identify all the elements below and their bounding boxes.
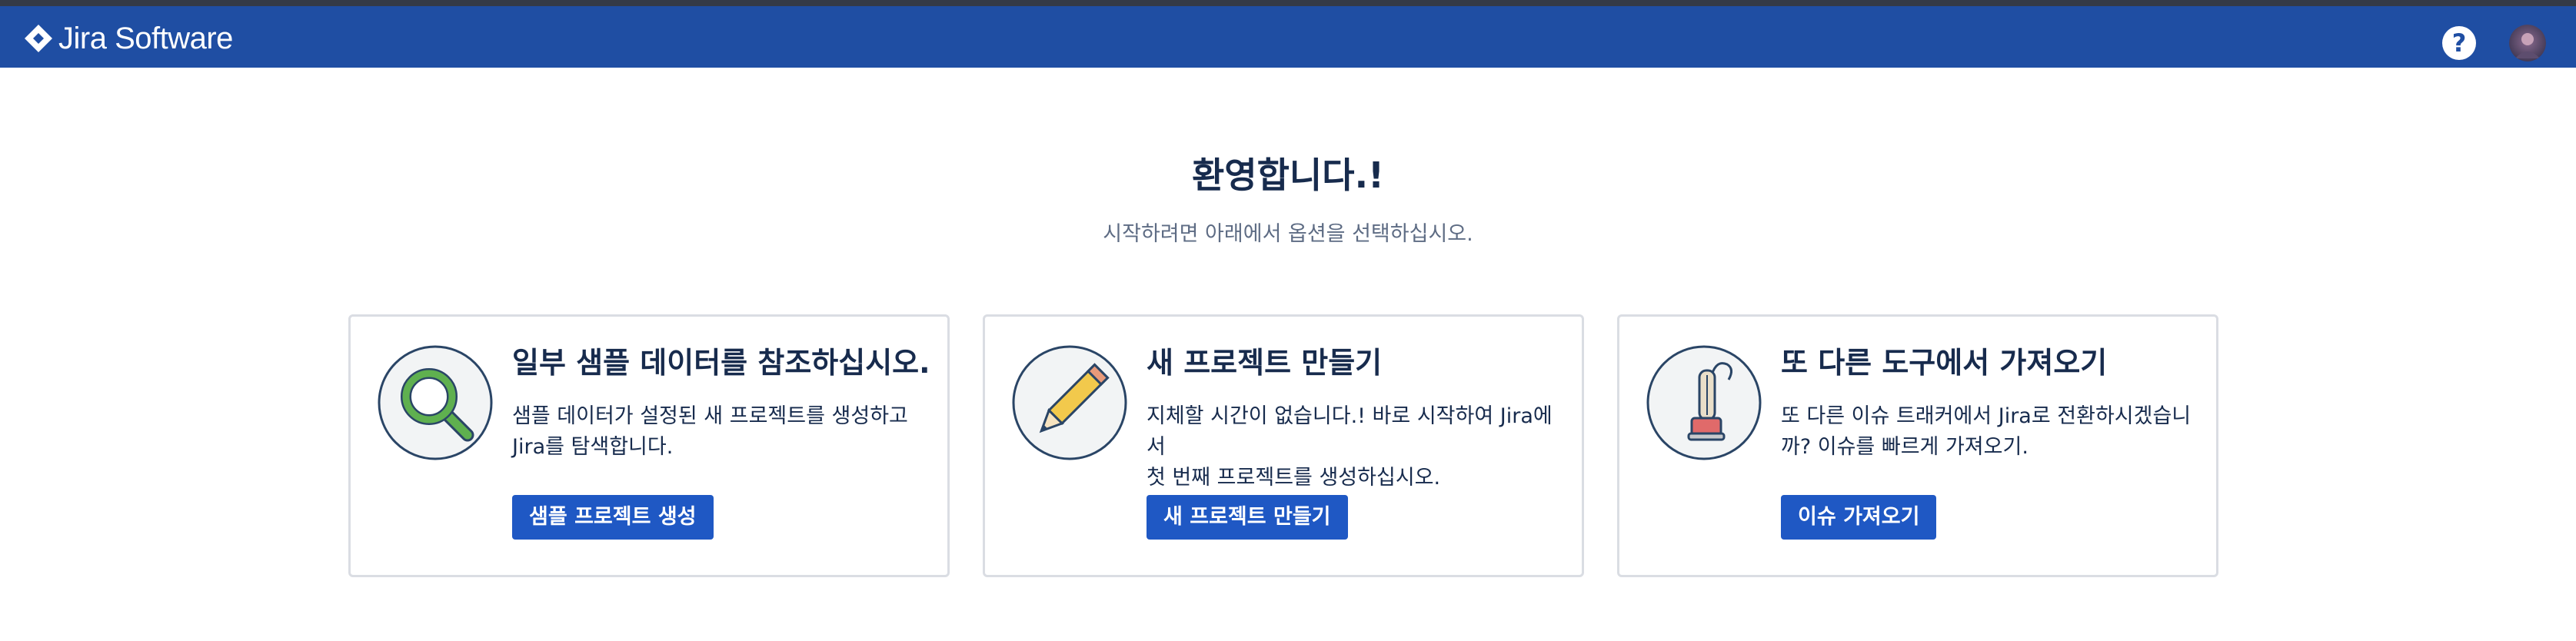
card-title: 새 프로젝트 만들기 bbox=[1147, 346, 1383, 380]
page-title: 환영합니다.! bbox=[1191, 154, 1385, 196]
card-description-line: Jira를 탐색합니다. bbox=[512, 435, 674, 459]
jira-software-home-link[interactable]: Jira Software bbox=[23, 23, 233, 54]
card-description-line: 까? 이슈를 빠르게 가져오기. bbox=[1781, 435, 2029, 459]
user-avatar[interactable] bbox=[2509, 25, 2546, 61]
window-top-strip bbox=[0, 0, 2576, 6]
card-description-line: 샘플 데이터가 설정된 새 프로젝트를 생성하고 bbox=[512, 404, 908, 428]
jira-logo-icon bbox=[25, 25, 52, 52]
magnifier-icon bbox=[378, 345, 493, 460]
new-project-card: 새 프로젝트 만들기 지체할 시간이 없습니다.! 바로 시작하여 Jira에서… bbox=[983, 314, 1584, 577]
card-description-line: 또 다른 이슈 트래커에서 Jira로 전환하시겠습니 bbox=[1781, 404, 2192, 428]
card-title: 일부 샘플 데이터를 참조하십시오. bbox=[512, 346, 930, 380]
avatar-image bbox=[2509, 25, 2546, 61]
create-new-project-button[interactable]: 새 프로젝트 만들기 bbox=[1147, 495, 1348, 540]
card-description: 샘플 데이터가 설정된 새 프로젝트를 생성하고 Jira를 탐색합니다. bbox=[512, 401, 931, 463]
top-navigation-bar: Jira Software ? bbox=[0, 6, 2576, 68]
vacuum-cleaner-icon bbox=[1646, 345, 1762, 460]
card-description: 또 다른 이슈 트래커에서 Jira로 전환하시겠습니 까? 이슈를 빠르게 가… bbox=[1781, 401, 2200, 463]
sample-data-card: 일부 샘플 데이터를 참조하십시오. 샘플 데이터가 설정된 새 프로젝트를 생… bbox=[348, 314, 950, 577]
app-name: Jira Software bbox=[58, 22, 233, 55]
page-subtitle: 시작하려면 아래에서 옵션을 선택하십시오. bbox=[1103, 222, 1473, 246]
import-card: 또 다른 도구에서 가져오기 또 다른 이슈 트래커에서 Jira로 전환하시겠… bbox=[1617, 314, 2218, 577]
card-description-line: 지체할 시간이 없습니다.! 바로 시작하여 Jira에서 bbox=[1147, 404, 1553, 459]
create-sample-project-button[interactable]: 샘플 프로젝트 생성 bbox=[512, 495, 714, 540]
help-icon[interactable]: ? bbox=[2442, 26, 2476, 60]
pencil-icon bbox=[1012, 345, 1127, 460]
card-description-line: 첫 번째 프로젝트를 생성하십시오. bbox=[1147, 466, 1441, 490]
import-issues-button[interactable]: 이슈 가져오기 bbox=[1781, 495, 1937, 540]
card-description: 지체할 시간이 없습니다.! 바로 시작하여 Jira에서 첫 번째 프로젝트를… bbox=[1147, 401, 1566, 493]
card-title: 또 다른 도구에서 가져오기 bbox=[1781, 346, 2108, 380]
